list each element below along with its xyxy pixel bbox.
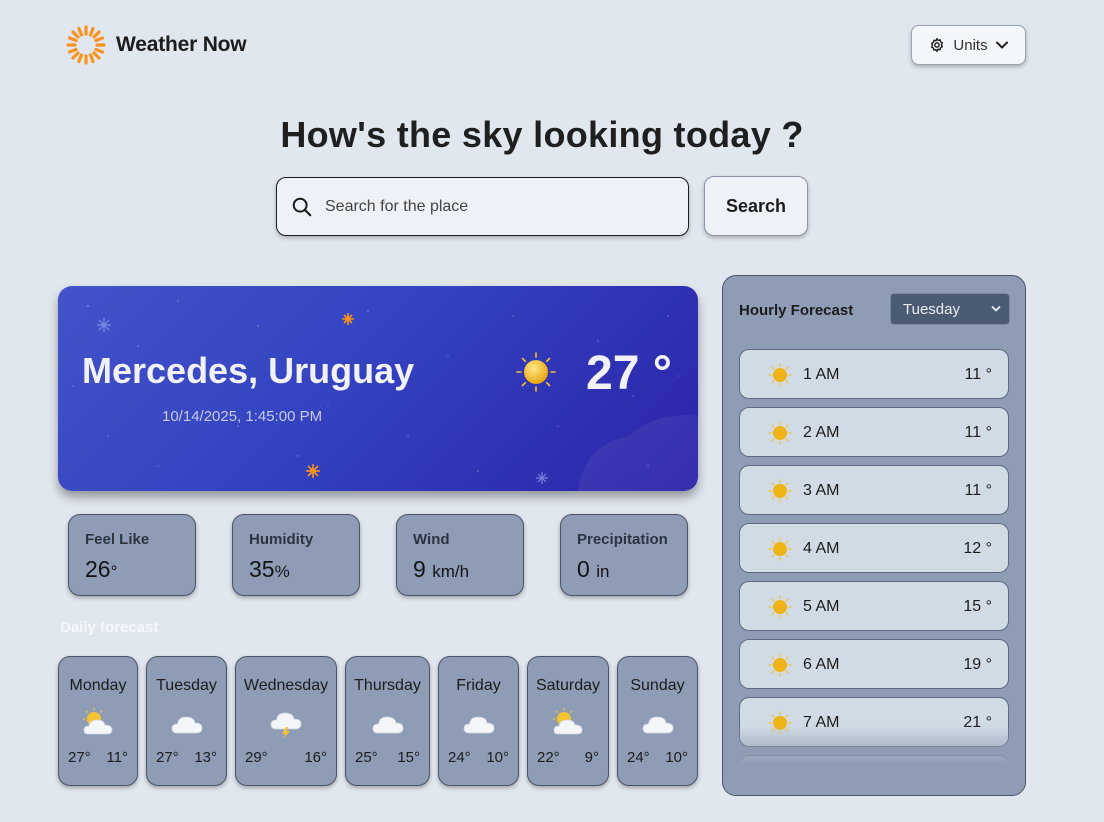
search-button[interactable]: Search xyxy=(704,176,808,236)
search-box[interactable] xyxy=(276,177,689,236)
stat-wind: Wind 9 km/h xyxy=(396,514,524,596)
stat-value: 0 in xyxy=(577,556,610,582)
day-low: 13° xyxy=(194,749,217,766)
hour-time: 6 AM xyxy=(803,656,840,673)
hour-temp: 15 ° xyxy=(963,598,992,615)
chevron-down-icon xyxy=(991,306,1001,312)
day-low: 15° xyxy=(397,749,420,766)
sun-icon xyxy=(768,595,792,619)
cloud-icon xyxy=(642,716,673,734)
hour-row[interactable]: 1 AM 11 ° xyxy=(739,349,1009,399)
hour-row[interactable]: 3 AM 11 ° xyxy=(739,465,1009,515)
day-high: 25° xyxy=(355,749,378,766)
sun-icon xyxy=(768,421,792,445)
day-low: 11° xyxy=(106,749,128,766)
search-icon xyxy=(292,197,312,216)
day-name: Saturday xyxy=(535,677,601,694)
current-temperature: 27 ° xyxy=(586,347,672,400)
day-card-thursday[interactable]: Thursday 25° 15° xyxy=(345,656,430,786)
location-name: Mercedes, Uruguay xyxy=(82,350,415,391)
gear-icon xyxy=(931,37,944,53)
day-card-sunday[interactable]: Sunday 24° 10° xyxy=(617,656,698,786)
scroll-fade xyxy=(723,726,1025,795)
day-low: 10° xyxy=(486,749,509,766)
sun-icon xyxy=(768,363,792,387)
stat-feel-like: Feel Like 26° xyxy=(68,514,196,596)
day-name: Tuesday xyxy=(156,677,217,694)
search-input[interactable] xyxy=(325,197,688,216)
chevron-down-icon xyxy=(995,41,1008,49)
hour-time: 4 AM xyxy=(803,540,840,557)
day-high: 29° xyxy=(245,749,268,766)
units-label: Units xyxy=(953,36,988,54)
hour-row[interactable]: 6 AM 19 ° xyxy=(739,639,1009,689)
hourly-forecast-title: Hourly Forecast xyxy=(739,302,854,319)
current-datetime: 10/14/2025, 1:45:00 PM xyxy=(162,408,323,425)
hour-time: 5 AM xyxy=(803,598,840,615)
sun-icon xyxy=(768,479,792,503)
day-select[interactable]: Tuesday xyxy=(890,293,1010,325)
hour-row[interactable]: 5 AM 15 ° xyxy=(739,581,1009,631)
day-card-saturday[interactable]: Saturday 22° 9° xyxy=(527,656,609,786)
hour-time: 2 AM xyxy=(803,424,840,441)
app-logo[interactable]: Weather Now xyxy=(66,25,247,65)
stat-value: 9 km/h xyxy=(413,556,470,582)
day-high: 27° xyxy=(156,749,179,766)
day-name: Sunday xyxy=(630,677,685,694)
hour-temp: 11 ° xyxy=(964,482,992,499)
day-card-friday[interactable]: Friday 24° 10° xyxy=(438,656,519,786)
partly-cloudy-icon xyxy=(553,708,583,735)
daily-forecast-title: Daily forecast xyxy=(60,619,159,636)
hour-temp: 11 ° xyxy=(964,366,992,383)
stat-label: Feel Like xyxy=(85,531,150,548)
day-card-monday[interactable]: Monday 27° 11° xyxy=(58,656,138,786)
stat-label: Precipitation xyxy=(577,531,668,548)
cloud-icon xyxy=(372,716,403,734)
sun-icon xyxy=(516,352,556,392)
day-high: 24° xyxy=(627,749,650,766)
stat-label: Wind xyxy=(413,531,450,548)
hour-temp: 11 ° xyxy=(964,424,992,441)
stat-label: Humidity xyxy=(249,531,314,548)
page-title: How's the sky looking today ? xyxy=(280,114,804,155)
day-name: Wednesday xyxy=(243,677,329,694)
sun-icon xyxy=(768,537,792,561)
day-low: 16° xyxy=(304,749,327,766)
stat-precipitation: Precipitation 0 in xyxy=(560,514,688,596)
hour-time: 3 AM xyxy=(803,482,840,499)
current-weather-card: Mercedes, Uruguay 10/14/2025, 1:45:00 PM… xyxy=(58,286,698,491)
hourly-forecast-panel[interactable]: Hourly Forecast Tuesday 1 AM 11 ° 2 AM 1… xyxy=(722,275,1026,796)
hour-row[interactable]: 4 AM 12 ° xyxy=(739,523,1009,573)
partly-cloudy-icon xyxy=(83,708,113,735)
day-card-tuesday[interactable]: Tuesday 27° 13° xyxy=(146,656,227,786)
cloud-icon xyxy=(463,716,494,734)
hour-row[interactable]: 2 AM 11 ° xyxy=(739,407,1009,457)
hour-temp: 12 ° xyxy=(963,540,992,557)
day-high: 24° xyxy=(448,749,471,766)
day-low: 10° xyxy=(665,749,688,766)
sun-logo-icon xyxy=(66,25,106,65)
hour-time: 1 AM xyxy=(803,366,840,383)
day-select-value: Tuesday xyxy=(903,300,960,318)
hour-temp: 19 ° xyxy=(963,656,992,673)
day-high: 22° xyxy=(537,749,560,766)
units-button[interactable]: Units xyxy=(911,25,1026,65)
app-title: Weather Now xyxy=(116,33,247,56)
day-name: Friday xyxy=(456,677,501,694)
day-card-wednesday[interactable]: Wednesday 29° 16° xyxy=(235,656,337,786)
storm-icon xyxy=(270,712,302,739)
stat-humidity: Humidity 35% xyxy=(232,514,360,596)
day-high: 27° xyxy=(68,749,91,766)
day-name: Monday xyxy=(69,677,127,694)
sun-icon xyxy=(768,653,792,677)
day-low: 9° xyxy=(584,749,599,766)
stat-value: 35% xyxy=(249,556,290,582)
day-name: Thursday xyxy=(354,677,421,694)
cloud-icon xyxy=(171,716,202,734)
stat-value: 26° xyxy=(85,556,118,582)
